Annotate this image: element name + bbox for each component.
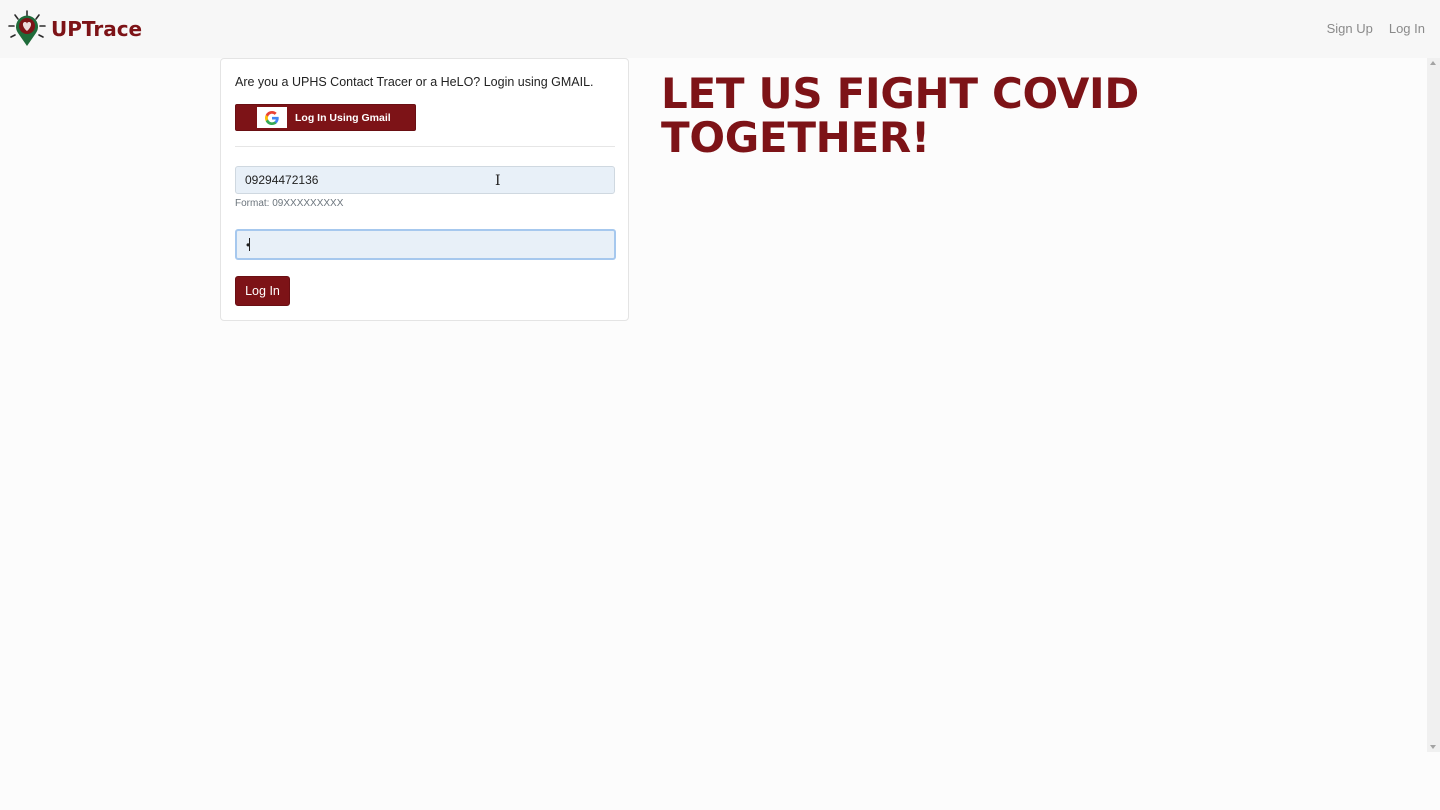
gmail-button-label: Log In Using Gmail [295, 111, 391, 124]
brand-name: UPTrace [51, 17, 143, 41]
nav-sign-up-link[interactable]: Sign Up [1327, 21, 1373, 36]
text-cursor-icon: I [495, 173, 501, 189]
page-scrollbar[interactable] [1427, 58, 1440, 752]
scroll-down-arrow-icon[interactable] [1430, 745, 1436, 749]
google-icon-box [257, 107, 287, 128]
top-navbar: UPTrace Sign Up Log In [0, 0, 1440, 58]
hero-line-1: LET US FIGHT COVID [661, 69, 1139, 118]
nav-log-in-link[interactable]: Log In [1389, 21, 1425, 36]
google-g-icon [265, 110, 279, 125]
hero-headline: LET US FIGHT COVID TOGETHER! [661, 72, 1361, 160]
text-caret [249, 238, 250, 251]
gmail-login-button[interactable]: Log In Using Gmail [235, 104, 416, 131]
password-input[interactable] [235, 229, 616, 260]
divider [235, 146, 615, 147]
hero-line-2: TOGETHER! [661, 113, 930, 162]
uptrace-logo-icon [8, 10, 46, 46]
scroll-up-arrow-icon[interactable] [1430, 61, 1436, 65]
login-card: Are you a UPHS Contact Tracer or a HeLO?… [220, 58, 629, 321]
phone-format-hint: Format: 09XXXXXXXXX [235, 198, 344, 209]
nav-links: Sign Up Log In [1327, 21, 1425, 36]
login-prompt: Are you a UPHS Contact Tracer or a HeLO?… [235, 75, 594, 89]
brand[interactable]: UPTrace [8, 10, 142, 48]
log-in-button[interactable]: Log In [235, 276, 290, 306]
phone-number-input[interactable] [235, 166, 615, 194]
